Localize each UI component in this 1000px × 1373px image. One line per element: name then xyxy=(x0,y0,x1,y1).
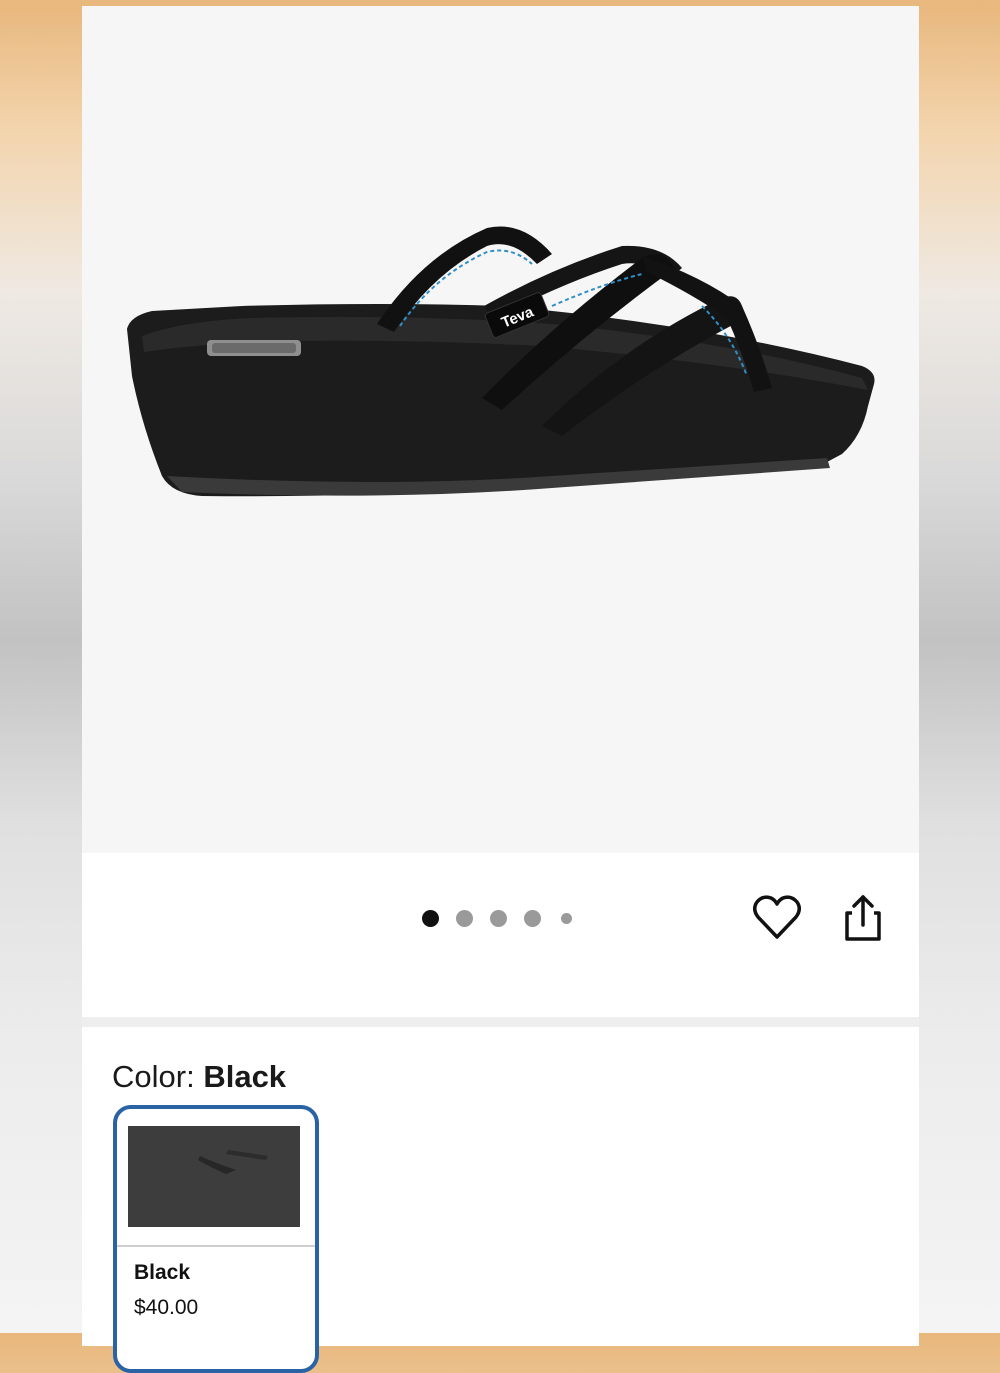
section-divider xyxy=(82,1017,919,1027)
carousel-dot-2[interactable] xyxy=(456,909,473,927)
image-controls xyxy=(82,853,919,1017)
swatch-divider xyxy=(117,1245,315,1247)
heart-icon xyxy=(753,895,801,939)
carousel-dot-3[interactable] xyxy=(490,909,507,927)
product-image[interactable]: Teva xyxy=(82,6,919,853)
swatch-image xyxy=(128,1126,300,1227)
share-button[interactable] xyxy=(836,891,890,945)
share-icon xyxy=(845,895,881,941)
carousel-dot-1[interactable] xyxy=(422,909,439,927)
carousel-dots[interactable] xyxy=(422,908,589,928)
product-card: Teva Color: Black Black $40.00 xyxy=(82,6,919,1373)
sandal-illustration: Teva xyxy=(127,226,875,497)
favorite-button[interactable] xyxy=(750,891,804,945)
swatch-name: Black xyxy=(134,1261,191,1284)
color-label-text: Color: xyxy=(112,1059,195,1094)
selected-color-name: Black xyxy=(203,1059,287,1094)
carousel-dot-4[interactable] xyxy=(524,909,541,927)
carousel-dot-5[interactable] xyxy=(561,912,572,924)
color-heading: Color: Black xyxy=(112,1059,286,1095)
swatch-price: $40.00 xyxy=(134,1296,199,1319)
